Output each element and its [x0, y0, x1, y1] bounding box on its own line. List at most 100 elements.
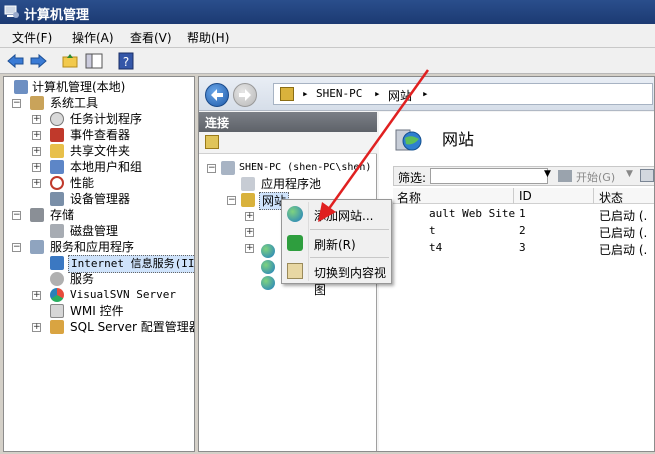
- tools-icon: [30, 96, 44, 110]
- content-view-icon: [287, 263, 303, 279]
- breadcrumb-server[interactable]: SHEN-PC: [316, 87, 362, 100]
- table-row[interactable]: t 2 已启动 (.: [393, 223, 654, 240]
- sql-icon: [50, 320, 64, 334]
- forward-button[interactable]: [233, 83, 257, 107]
- collapse-toggle[interactable]: −: [12, 99, 21, 108]
- connections-toolbar: [199, 132, 377, 154]
- column-header-name[interactable]: 名称: [397, 189, 421, 206]
- svg-text:?: ?: [123, 55, 129, 69]
- tree-item-iis[interactable]: Internet 信息服务(IIS: [8, 255, 194, 273]
- sites-content: 网站 筛选: ▼ 开始(G) ▼ 名称 ID 状态 ault Web Site …: [379, 112, 654, 451]
- address-bar[interactable]: ▸ SHEN-PC ▸ 网站 ▸: [273, 83, 653, 105]
- computer-management-icon: [4, 5, 19, 18]
- tree-item-storage[interactable]: − 存储: [8, 207, 194, 223]
- tree-item-task-scheduler[interactable]: + 任务计划程序: [8, 111, 194, 127]
- event-viewer-icon: [50, 128, 64, 142]
- breadcrumb-sites[interactable]: 网站: [388, 87, 412, 104]
- column-header-id[interactable]: ID: [519, 189, 532, 203]
- back-arrow-icon: [211, 89, 223, 101]
- help-icon[interactable]: ?: [116, 51, 136, 71]
- menu-item-refresh[interactable]: 刷新(R): [282, 232, 391, 254]
- navigation-bar: ▸ SHEN-PC ▸ 网站 ▸: [199, 77, 654, 111]
- sites-globe-icon: [395, 129, 422, 151]
- expand-toggle[interactable]: +: [245, 212, 254, 221]
- column-header-status[interactable]: 状态: [599, 189, 623, 206]
- conn-item-app-pools[interactable]: 应用程序池: [207, 176, 377, 192]
- connect-icon[interactable]: [205, 135, 219, 149]
- expand-toggle[interactable]: +: [32, 147, 41, 156]
- expand-toggle[interactable]: +: [245, 244, 254, 253]
- forward-arrow-icon[interactable]: [28, 51, 48, 71]
- disk-icon: [50, 224, 64, 238]
- binoculars-icon[interactable]: [558, 170, 572, 182]
- table-row[interactable]: ault Web Site 1 已启动 (.: [393, 206, 654, 223]
- conn-item-site[interactable]: +: [207, 208, 254, 224]
- tree-item-sql-config[interactable]: + SQL Server 配置管理器: [8, 319, 194, 335]
- toolbar: ?: [0, 48, 655, 74]
- sites-grid-header: 名称 ID 状态: [393, 188, 654, 206]
- tree-item-wmi[interactable]: WMI 控件: [8, 303, 194, 319]
- conn-item-site[interactable]: +: [207, 240, 254, 256]
- back-button[interactable]: [205, 83, 229, 107]
- connections-header: 连接: [199, 112, 377, 132]
- expand-toggle[interactable]: +: [32, 163, 41, 172]
- menu-help[interactable]: 帮助(H): [187, 29, 229, 46]
- tree-item-event-viewer[interactable]: + 事件查看器: [8, 127, 194, 143]
- collapse-toggle[interactable]: −: [227, 196, 236, 205]
- console-tree: 计算机管理(本地) − 系统工具 + 任务计划程序 + 事件查看器 + 共享文件…: [3, 76, 195, 452]
- up-folder-icon[interactable]: [60, 51, 80, 71]
- table-row[interactable]: t4 3 已启动 (.: [393, 240, 654, 257]
- device-manager-icon: [50, 192, 64, 206]
- title-bar: 计算机管理: [0, 0, 655, 24]
- tree-item-device-manager[interactable]: 设备管理器: [8, 191, 194, 207]
- tree-item-services[interactable]: 服务: [8, 271, 194, 287]
- menu-view[interactable]: 查看(V): [130, 29, 172, 46]
- filter-input[interactable]: [430, 168, 548, 184]
- conn-item-server[interactable]: − SHEN-PC (shen-PC\shen): [207, 160, 377, 176]
- filter-bar: 筛选: ▼ 开始(G) ▼: [393, 166, 654, 186]
- iis-manager-pane: ▸ SHEN-PC ▸ 网站 ▸ 连接 − SHEN-PC (shen-PC\s…: [198, 76, 655, 452]
- tree-item-computer-management[interactable]: 计算机管理(本地): [8, 79, 194, 95]
- show-hide-tree-icon[interactable]: [84, 51, 104, 71]
- start-dropdown-icon[interactable]: ▼: [626, 169, 633, 179]
- tree-item-disk-management[interactable]: 磁盘管理: [8, 223, 194, 239]
- menu-item-content-view[interactable]: 切换到内容视图: [282, 260, 391, 297]
- menu-item-add-site[interactable]: 添加网站...: [282, 203, 391, 225]
- clock-icon: [50, 112, 64, 126]
- show-all-icon[interactable]: [640, 169, 654, 182]
- collapse-toggle[interactable]: −: [12, 211, 21, 220]
- filter-dropdown-icon[interactable]: ▼: [544, 169, 551, 179]
- tree-item-system-tools[interactable]: − 系统工具: [8, 95, 194, 111]
- tree-item-visualsvn[interactable]: + VisualSVN Server: [8, 287, 194, 303]
- expand-toggle[interactable]: +: [32, 115, 41, 124]
- expand-toggle[interactable]: +: [32, 291, 41, 300]
- wmi-icon: [50, 304, 64, 318]
- context-menu: 添加网站... 刷新(R) 切换到内容视图: [281, 199, 392, 297]
- tree-item-performance[interactable]: + 性能: [8, 175, 194, 191]
- collapse-toggle[interactable]: −: [12, 243, 21, 252]
- back-arrow-icon[interactable]: [6, 51, 26, 71]
- performance-icon: [50, 176, 64, 190]
- shared-folder-icon: [50, 144, 64, 158]
- conn-item-site[interactable]: +: [207, 224, 254, 240]
- sites-folder-icon: [241, 193, 255, 207]
- breadcrumb-separator: ▸: [374, 87, 381, 100]
- expand-toggle[interactable]: +: [32, 179, 41, 188]
- collapse-toggle[interactable]: −: [207, 164, 216, 173]
- refresh-icon: [287, 235, 303, 251]
- expand-toggle[interactable]: +: [245, 228, 254, 237]
- tree-item-shared-folders[interactable]: + 共享文件夹: [8, 143, 194, 159]
- menu-action[interactable]: 操作(A): [72, 29, 114, 46]
- globe-icon: [261, 244, 275, 258]
- forward-arrow-icon: [239, 89, 251, 101]
- tree-item-services-apps[interactable]: − 服务和应用程序: [8, 239, 194, 255]
- services-apps-icon: [30, 240, 44, 254]
- page-title: 网站: [442, 130, 475, 149]
- storage-icon: [30, 208, 44, 222]
- expand-toggle[interactable]: +: [32, 323, 41, 332]
- expand-toggle[interactable]: +: [32, 131, 41, 140]
- menu-file[interactable]: 文件(F): [12, 29, 52, 46]
- iis-icon: [50, 256, 64, 270]
- start-button[interactable]: 开始(G): [576, 169, 615, 185]
- tree-item-local-users[interactable]: + 本地用户和组: [8, 159, 194, 175]
